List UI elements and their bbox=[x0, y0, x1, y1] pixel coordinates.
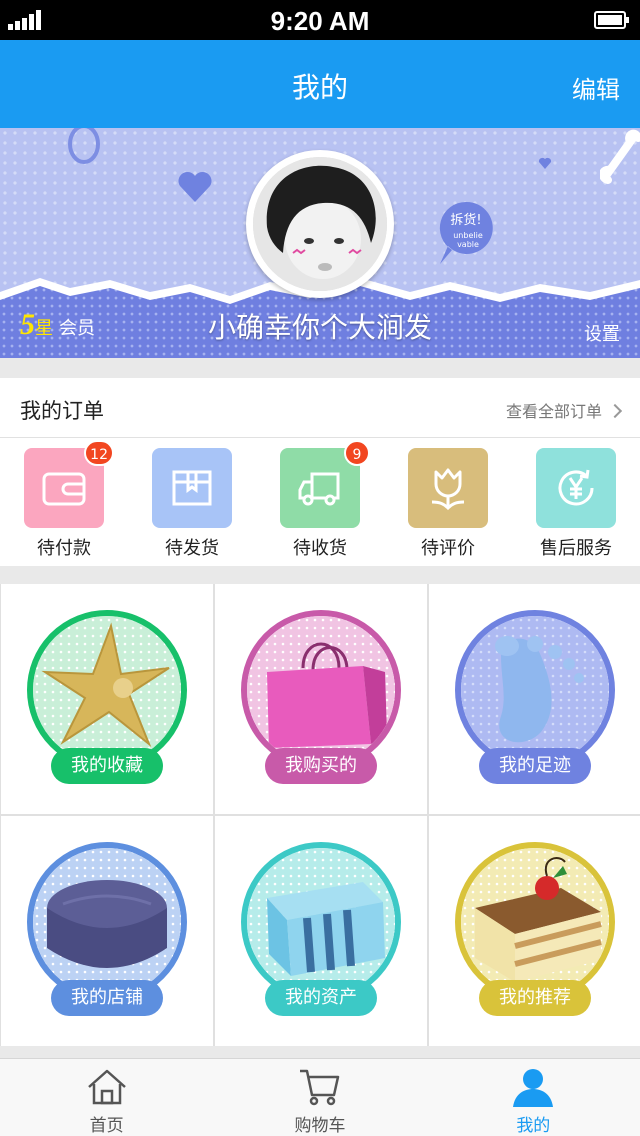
status-bar: 9:20 AM bbox=[0, 0, 640, 40]
shopping-bag-icon bbox=[241, 610, 401, 770]
grid-item-label: 我的资产 bbox=[265, 980, 377, 1016]
username: 小确幸你个大涧发 bbox=[207, 311, 432, 344]
ottoman-icon bbox=[27, 842, 187, 1002]
grid-item-footprints[interactable]: 我的足迹 bbox=[429, 584, 640, 814]
starfish-icon bbox=[27, 610, 187, 770]
user-icon bbox=[513, 1069, 554, 1107]
bone-decoration bbox=[600, 129, 640, 184]
heart-decoration bbox=[178, 171, 212, 202]
chevron-right-icon bbox=[607, 403, 623, 419]
settings-button[interactable]: 设置 bbox=[584, 320, 620, 346]
footprint-icon bbox=[455, 610, 615, 770]
yen-refresh-icon bbox=[536, 448, 616, 528]
tab-mine[interactable]: 我的 bbox=[427, 1059, 640, 1136]
tab-label: 购物车 bbox=[294, 1116, 346, 1136]
pending-receipt-count-badge: 9 bbox=[344, 440, 370, 466]
box-icon bbox=[152, 448, 232, 528]
cart-icon bbox=[299, 1069, 340, 1106]
order-item-pending-shipment[interactable]: 待发货 bbox=[152, 448, 232, 560]
avatar[interactable] bbox=[246, 150, 394, 298]
tab-label: 首页 bbox=[89, 1116, 124, 1136]
order-status-list: 12 待付款 待发货 9 待收货 待评价 售后服务 bbox=[0, 438, 640, 560]
order-item-label: 待评价 bbox=[421, 538, 475, 559]
grid-item-favorites[interactable]: 我的收藏 bbox=[1, 584, 213, 814]
order-item-after-sales[interactable]: 售后服务 bbox=[536, 448, 616, 560]
grid-item-purchased[interactable]: 我购买的 bbox=[215, 584, 427, 814]
grid-item-label: 我的足迹 bbox=[479, 748, 591, 784]
tab-bar: 首页 购物车 我的 bbox=[0, 1058, 640, 1136]
grid-item-assets[interactable]: 我的资产 bbox=[215, 816, 427, 1046]
nav-bar: 我的 编辑 bbox=[0, 40, 640, 128]
grid-item-label: 我的收藏 bbox=[51, 748, 163, 784]
tab-label: 我的 bbox=[516, 1116, 551, 1136]
view-all-orders-link[interactable]: 查看全部订单 bbox=[505, 398, 623, 422]
order-item-label: 待付款 bbox=[37, 538, 91, 559]
battery-icon bbox=[594, 11, 629, 29]
tab-cart[interactable]: 购物车 bbox=[213, 1059, 426, 1136]
gift-box-icon bbox=[241, 842, 401, 1002]
ring-decoration bbox=[68, 128, 100, 164]
sticker-bubble: 拆货! unbelie vable bbox=[439, 201, 493, 264]
grid-item-label: 我的店铺 bbox=[51, 980, 163, 1016]
avatar-photo bbox=[253, 157, 387, 291]
profile-banner: 拆货! unbelie vable 5星 会员 小确幸你个大涧发 设置 bbox=[0, 128, 640, 358]
pending-payment-count-badge: 12 bbox=[84, 440, 114, 466]
orders-section: 我的订单 查看全部订单 12 待付款 待发货 9 待收货 待评价 售后服务 bbox=[0, 378, 640, 566]
tab-home[interactable]: 首页 bbox=[0, 1059, 213, 1136]
home-icon bbox=[87, 1069, 126, 1105]
tulip-icon bbox=[408, 448, 488, 528]
order-item-label: 售后服务 bbox=[540, 538, 612, 559]
order-item-label: 待发货 bbox=[165, 538, 219, 559]
grid-item-my-store[interactable]: 我的店铺 bbox=[1, 816, 213, 1046]
view-all-orders-label: 查看全部订单 bbox=[505, 402, 602, 421]
cake-icon bbox=[455, 842, 615, 1002]
small-heart-decoration bbox=[538, 157, 552, 169]
feature-grid: 我的收藏 我购买的 我的足迹 我的店铺 我的资产 我的推荐 bbox=[0, 584, 640, 1046]
grid-item-recommendations[interactable]: 我的推荐 bbox=[429, 816, 640, 1046]
orders-title: 我的订单 bbox=[20, 399, 104, 423]
edit-button[interactable]: 编辑 bbox=[572, 70, 620, 105]
orders-header[interactable]: 我的订单 查看全部订单 bbox=[0, 378, 640, 438]
order-item-label: 待收货 bbox=[293, 538, 347, 559]
sticker-sub2: vable bbox=[457, 240, 479, 249]
page-title: 我的 bbox=[291, 71, 348, 104]
sticker-text: 拆货! bbox=[450, 212, 481, 228]
status-time: 9:20 AM bbox=[270, 6, 370, 36]
order-item-pending-payment[interactable]: 12 待付款 bbox=[24, 440, 114, 560]
grid-item-label: 我的推荐 bbox=[479, 980, 591, 1016]
order-item-pending-receipt[interactable]: 9 待收货 bbox=[280, 440, 370, 560]
sticker-sub1: unbelie bbox=[453, 231, 483, 240]
order-item-pending-review[interactable]: 待评价 bbox=[408, 448, 488, 560]
grid-item-label: 我购买的 bbox=[265, 748, 377, 784]
